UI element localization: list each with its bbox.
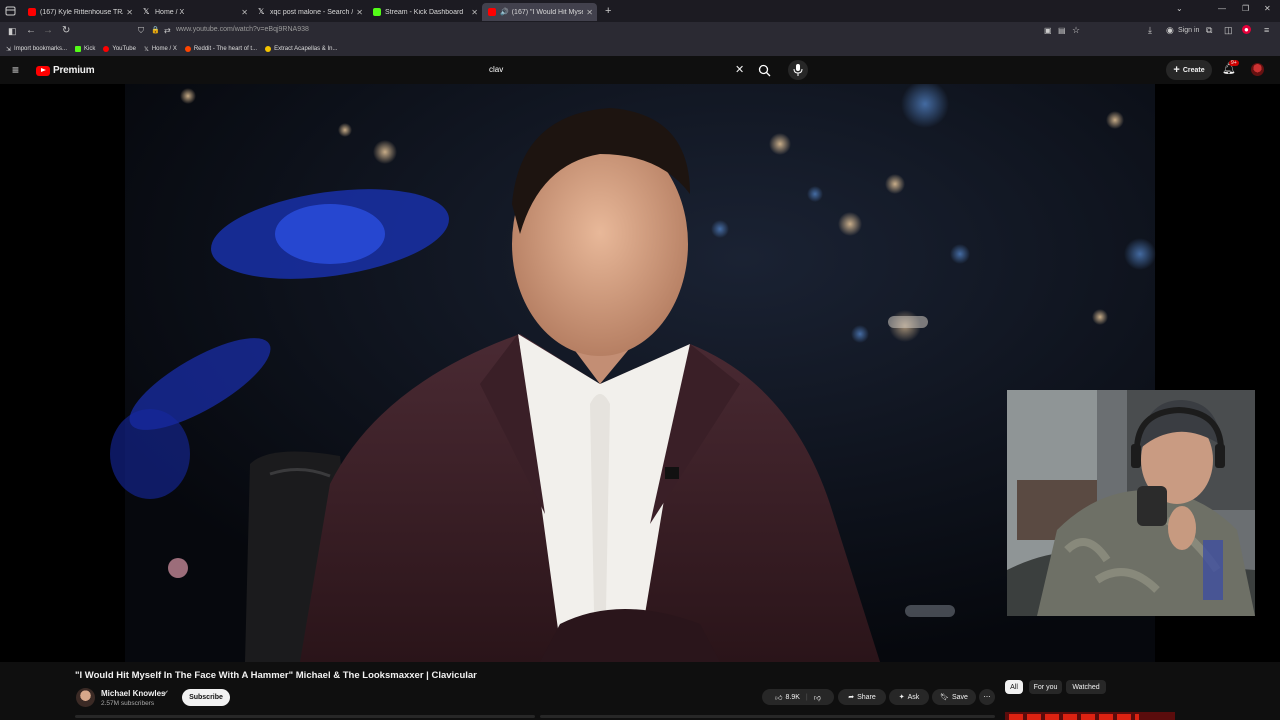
like-button[interactable]: 👍︎ 8.9K [775,693,800,702]
hamburger-menu-icon[interactable]: ≡ [12,63,19,77]
sync-icon[interactable]: ◫ [1224,25,1233,36]
voice-search-button[interactable] [788,60,808,80]
microphone-icon [793,64,803,76]
import-icon: ⇲ [6,46,12,53]
account-icon[interactable]: ◉ [1166,25,1174,36]
youtube-premium-logo[interactable]: Premium [36,65,95,76]
browser-tab[interactable]: (167) Kyle Rittenhouse TRASHE✕ [22,3,137,21]
back-icon[interactable]: ← [26,25,36,36]
browser-tab[interactable]: Stream - Kick Dashboard ✕ [367,3,482,21]
downloads-icon[interactable]: ⤓ [1148,25,1152,36]
close-tab-icon[interactable]: ✕ [241,8,248,17]
picture-in-picture-icon[interactable]: ▣ [1044,26,1052,35]
sidebar-toggle-icon[interactable]: ◧ [8,26,17,37]
channel-avatar[interactable] [76,688,95,707]
sign-in-label[interactable]: Sign in [1178,27,1199,34]
browser-tab[interactable]: 𝕏xqc post malone - Search / X ✕ [252,3,367,21]
search-icon[interactable] [758,64,771,77]
bookmark-star-icon[interactable]: ☆ [1072,25,1080,36]
reader-view-icon[interactable]: ▤ [1058,26,1066,35]
sparkle-icon: ✦ [898,694,905,701]
save-button[interactable]: 🔖︎ Save [932,689,976,705]
share-icon: ➦ [848,694,855,701]
chip-watched[interactable]: Watched [1066,680,1106,694]
recommended-thumbnail[interactable] [1005,712,1175,720]
tab-overview-icon[interactable] [0,0,22,22]
clear-search-icon[interactable]: ✕ [735,63,744,76]
browser-tab-bar: (167) Kyle Rittenhouse TRASHE✕ 𝕏Home / X… [0,0,1280,22]
forward-icon[interactable]: → [43,25,53,36]
subscriber-count: 2.57M subscribers [101,700,155,707]
bookmark-item[interactable]: YouTube [103,46,136,52]
close-window-icon[interactable]: ✕ [1264,4,1271,13]
search-box[interactable] [484,60,752,80]
search-input[interactable] [489,65,729,74]
shield-icon[interactable]: ⛉ [138,26,144,36]
divider [540,715,995,718]
permissions-icon[interactable]: ⇄ [164,26,171,35]
share-button[interactable]: ➦ Share [838,689,886,705]
more-actions-button[interactable]: ⋯ [979,689,995,705]
thumbs-up-icon: 👍︎ [775,694,783,702]
x-logo-icon: 𝕏 [143,46,149,53]
audio-icon[interactable]: ● [1242,25,1251,34]
video-metadata: "I Would Hit Myself In The Face With A H… [0,662,1280,720]
like-dislike-group: 👍︎ 8.9K | 👎︎ [762,689,834,705]
bookmarks-bar: ⇲ Import bookmarks... Kick YouTube 𝕏 Home … [0,42,1280,56]
close-tab-icon[interactable]: ✕ [586,8,593,17]
bookmark-item[interactable]: Reddit - The heart of t... [184,46,257,52]
close-tab-icon[interactable]: ✕ [471,8,478,17]
youtube-header: ≡ Premium ✕ +Create 🔔︎ 9+ [0,56,1280,84]
new-tab-icon[interactable]: + [605,5,611,17]
chip-all[interactable]: All [1005,680,1023,694]
bookmark-icon: 🔖︎ [940,694,949,701]
lock-icon: 🔒 [151,27,160,34]
avatar[interactable] [1251,63,1264,76]
reload-icon[interactable]: ↻ [62,25,70,36]
more-icon: ⋯ [983,694,991,701]
extensions-icon[interactable]: ⧉ [1206,25,1212,36]
channel-name[interactable]: Michael Knowles [101,689,165,698]
verified-icon: ✔︎ [163,690,169,697]
tab-list-icon[interactable]: ⌄ [1176,4,1183,13]
bookmark-item[interactable]: Extract Acapellas & In... [265,46,337,52]
ask-button[interactable]: ✦ Ask [889,689,929,705]
bookmark-item[interactable]: 𝕏 Home / X [144,46,177,53]
bookmark-item[interactable]: ⇲ Import bookmarks... [6,46,67,53]
url-bar[interactable]: www.youtube.com/watch?v=eBqj9RNA938 [176,26,309,33]
video-title: "I Would Hit Myself In The Face With A H… [75,670,477,681]
create-button[interactable]: + Create [1166,60,1212,80]
browser-nav-bar: ◧ ← → ↻ ⛉ 🔒 ⇄ www.youtube.com/watch?v=eB… [0,22,1280,42]
minimize-icon[interactable]: — [1218,4,1226,13]
speaker-icon[interactable]: 🔊 [500,8,509,16]
menu-icon[interactable]: ≡ [1264,25,1269,35]
close-tab-icon[interactable]: ✕ [356,8,363,17]
chip-for-you[interactable]: For you [1029,680,1062,694]
thumbs-down-icon[interactable]: 👎︎ [814,693,821,702]
divider [75,715,535,718]
maximize-icon[interactable]: ❐ [1242,4,1249,13]
video-player[interactable] [0,84,1280,662]
browser-tab[interactable]: 𝕏 Home / X ✕ [137,3,252,21]
webcam-frame [1007,390,1255,616]
close-tab-icon[interactable]: ✕ [126,8,133,17]
plus-icon: + [1173,64,1180,76]
webcam-overlay [1007,390,1255,616]
notification-badge: 9+ [1229,60,1239,66]
browser-tab-active[interactable]: 🔊(167) "I Would Hit Myself I✕ [482,3,597,21]
bookmark-item[interactable]: Kick [75,46,95,52]
subscribe-button[interactable]: Subscribe [182,689,230,706]
